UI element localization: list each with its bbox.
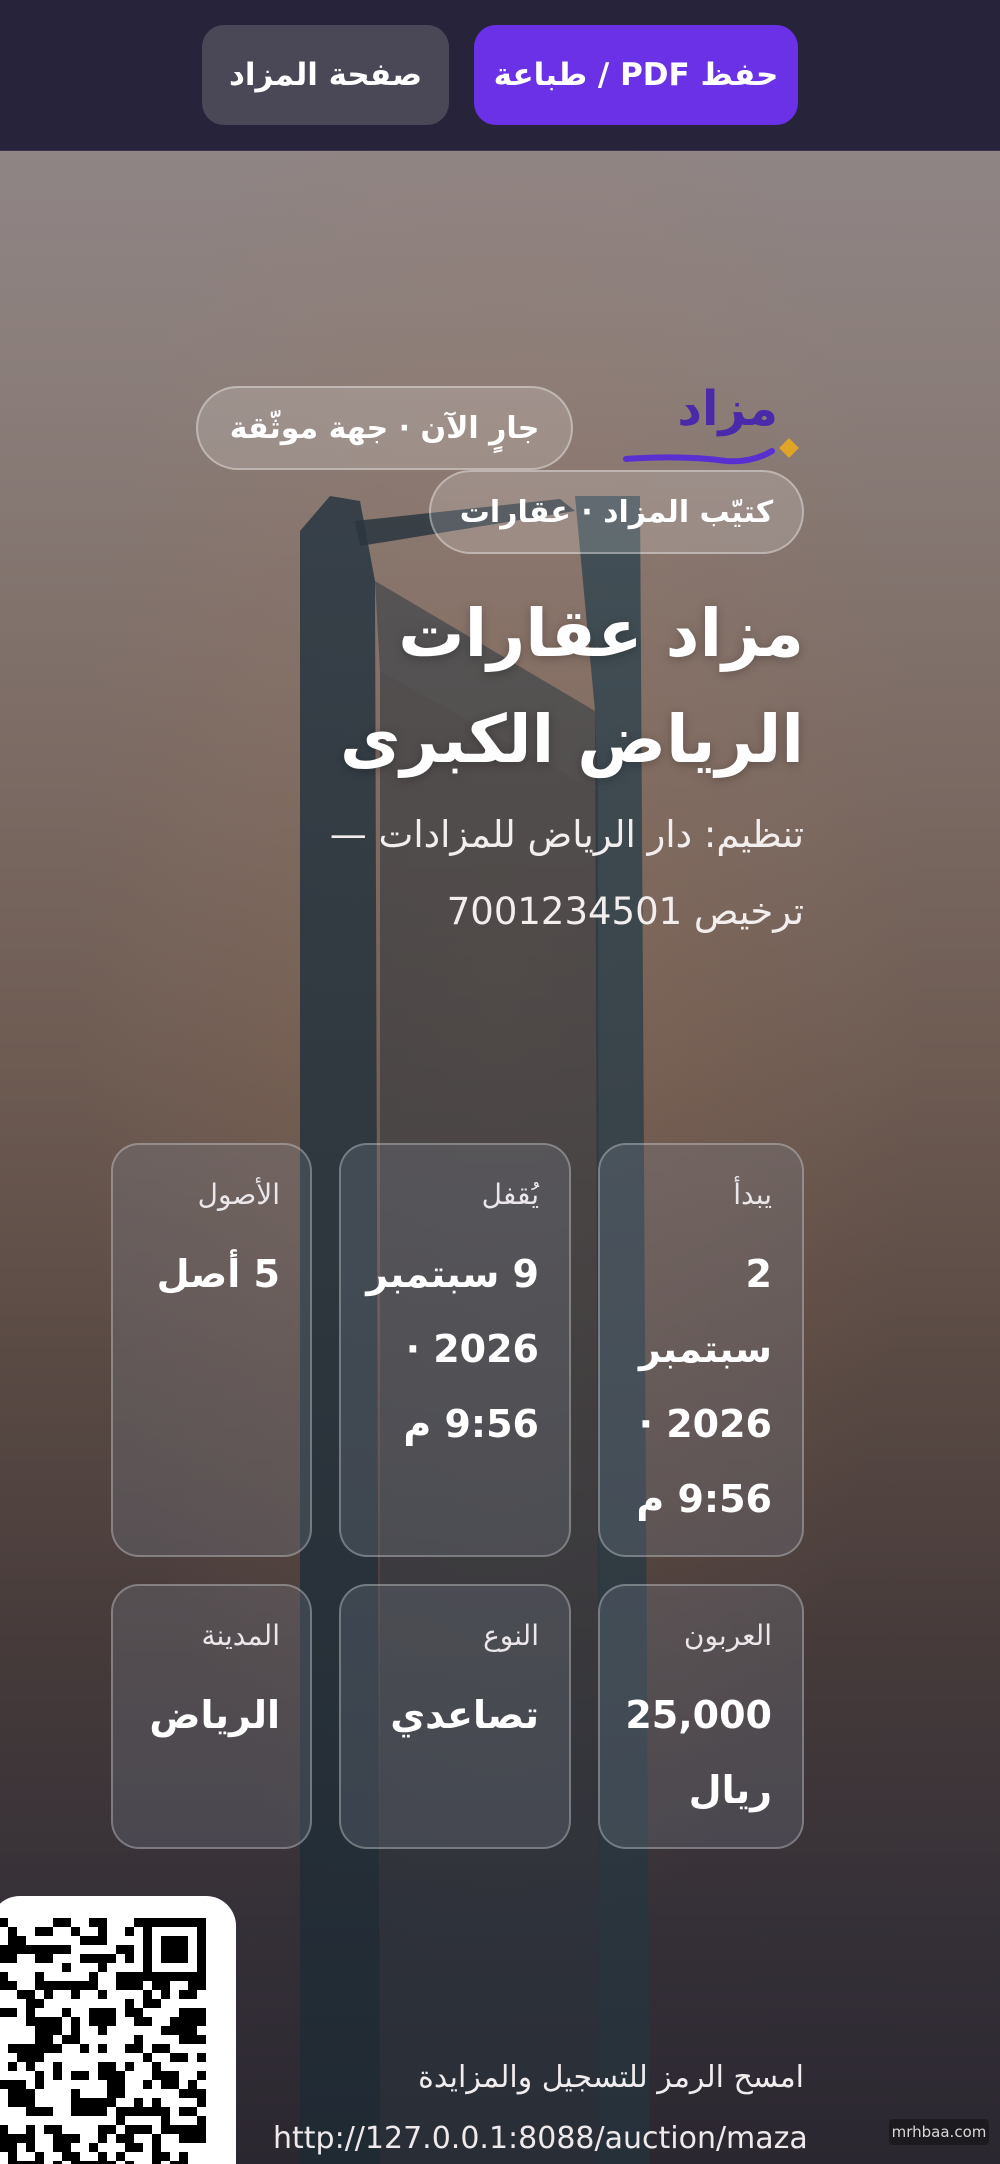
card-close-date: يُقفل 9 سبتمبر 2026 · 9:56 م	[339, 1143, 571, 1557]
auction-poster: مزاد جارٍ الآن · جهة موثّقة كتيّب المزاد…	[0, 151, 1000, 2164]
card-value: الرياض	[149, 1693, 280, 1737]
card-label: العربون	[683, 1619, 772, 1652]
qr-code-icon	[0, 1918, 206, 2164]
mazad-logo: مزاد	[622, 381, 806, 471]
title-line-1: مزاد عقارات	[398, 595, 804, 672]
card-label: يُقفل	[481, 1178, 539, 1211]
category-badge: كتيّب المزاد · عقارات	[429, 470, 804, 554]
qr-caption: امسح الرمز للتسجيل والمزايدة	[418, 2060, 804, 2095]
card-label: يبدأ	[733, 1178, 772, 1211]
auction-page-button[interactable]: صفحة المزاد	[202, 25, 449, 125]
auction-url-link[interactable]: http://127.0.0.1:8088/auction/mazad-aqar…	[273, 2111, 813, 2164]
organizer-license: تنظيم: دار الرياض للمزادات — ترخيص 70012…	[329, 813, 804, 933]
card-deposit: العربون 25,000 ريال	[598, 1584, 804, 1849]
card-value: 2 سبتمبر 2026 · 9:56 م	[636, 1252, 772, 1521]
title-line-2: الرياض الكبرى	[339, 701, 804, 778]
top-toolbar: حفظ PDF / طباعة صفحة المزاد	[0, 0, 1000, 151]
card-label: المدينة	[201, 1619, 280, 1652]
card-label: النوع	[483, 1619, 539, 1652]
save-pdf-print-button[interactable]: حفظ PDF / طباعة	[474, 25, 798, 125]
card-start-date: يبدأ 2 سبتمبر 2026 · 9:56 م	[598, 1143, 804, 1557]
card-auction-type: النوع تصاعدي	[339, 1584, 571, 1849]
card-assets-count: الأصول 5 أصل	[111, 1143, 312, 1557]
logo-swoosh-icon	[623, 438, 799, 465]
site-watermark: mrhbaa.com	[889, 2119, 989, 2145]
card-label: الأصول	[197, 1178, 280, 1211]
card-value: 25,000 ريال	[625, 1693, 772, 1812]
page-title: مزاد عقارات الرياض الكبرى	[244, 581, 804, 793]
qr-code-panel[interactable]	[0, 1896, 236, 2164]
card-value: 5 أصل	[156, 1252, 280, 1296]
card-city: المدينة الرياض	[111, 1584, 312, 1849]
card-value: 9 سبتمبر 2026 · 9:56 م	[366, 1252, 539, 1446]
live-status-badge: جارٍ الآن · جهة موثّقة	[196, 386, 573, 470]
card-value: تصاعدي	[390, 1693, 539, 1737]
